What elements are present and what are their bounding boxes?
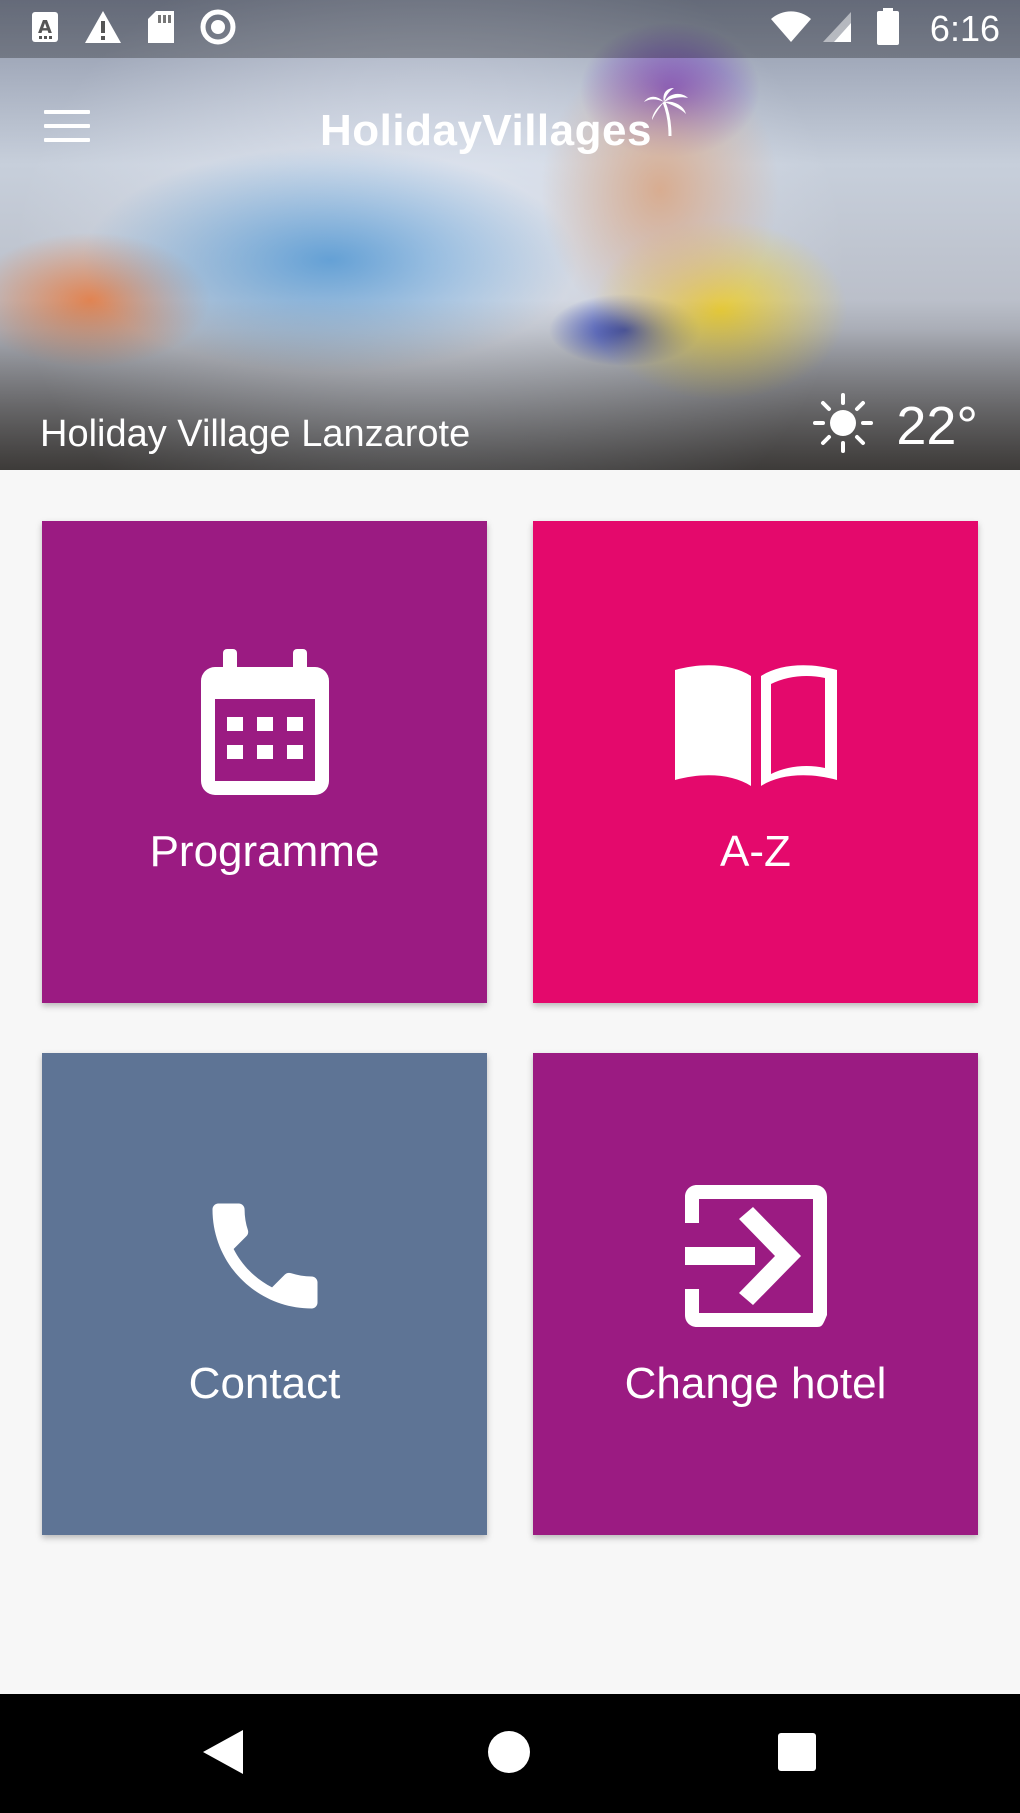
palm-tree-icon (640, 88, 700, 143)
menu-tiles: Programme A-Z Contact Change hotel (0, 470, 1020, 1694)
programme-label: Programme (149, 827, 380, 876)
a-z-label: A-Z (720, 827, 791, 876)
hamburger-icon-line (44, 124, 90, 128)
brand-logo: HolidayVillages (320, 106, 652, 156)
signal-icon (822, 11, 852, 48)
warning-icon (84, 10, 122, 49)
home-icon (487, 1730, 531, 1779)
phone-icon (42, 1181, 487, 1331)
back-button[interactable] (194, 1726, 250, 1782)
accessibility-a-icon: A (30, 10, 60, 49)
battery-icon (876, 7, 900, 51)
hotel-name: Holiday Village Lanzarote (40, 413, 471, 455)
svg-text:A: A (38, 17, 52, 38)
wifi-icon (770, 10, 812, 48)
change-hotel-label: Change hotel (624, 1359, 887, 1408)
contact-tile[interactable]: Contact (42, 1053, 487, 1535)
brand-name: HolidayVillages (320, 106, 652, 155)
status-time: 6:16 (929, 8, 1000, 49)
record-circle-icon (200, 9, 236, 50)
status-bar: A 6:16 (0, 0, 1020, 58)
a-z-tile[interactable]: A-Z (533, 521, 978, 1003)
hamburger-icon-line (44, 110, 90, 114)
exit-arrow-icon (533, 1181, 978, 1331)
back-icon (199, 1728, 245, 1781)
home-button[interactable] (481, 1726, 537, 1782)
weather-widget: 22° (812, 392, 978, 459)
menu-button[interactable] (40, 108, 98, 148)
hamburger-icon-line (44, 138, 90, 142)
change-hotel-tile[interactable]: Change hotel (533, 1053, 978, 1535)
sd-card-icon (146, 10, 176, 49)
calendar-icon (42, 649, 487, 799)
recents-icon (777, 1732, 817, 1777)
programme-tile[interactable]: Programme (42, 521, 487, 1003)
recents-button[interactable] (769, 1726, 825, 1782)
sun-icon (812, 392, 874, 459)
temperature: 22° (896, 395, 978, 456)
contact-label: Contact (188, 1359, 341, 1408)
navigation-bar (0, 1694, 1020, 1813)
open-book-icon (533, 649, 978, 799)
